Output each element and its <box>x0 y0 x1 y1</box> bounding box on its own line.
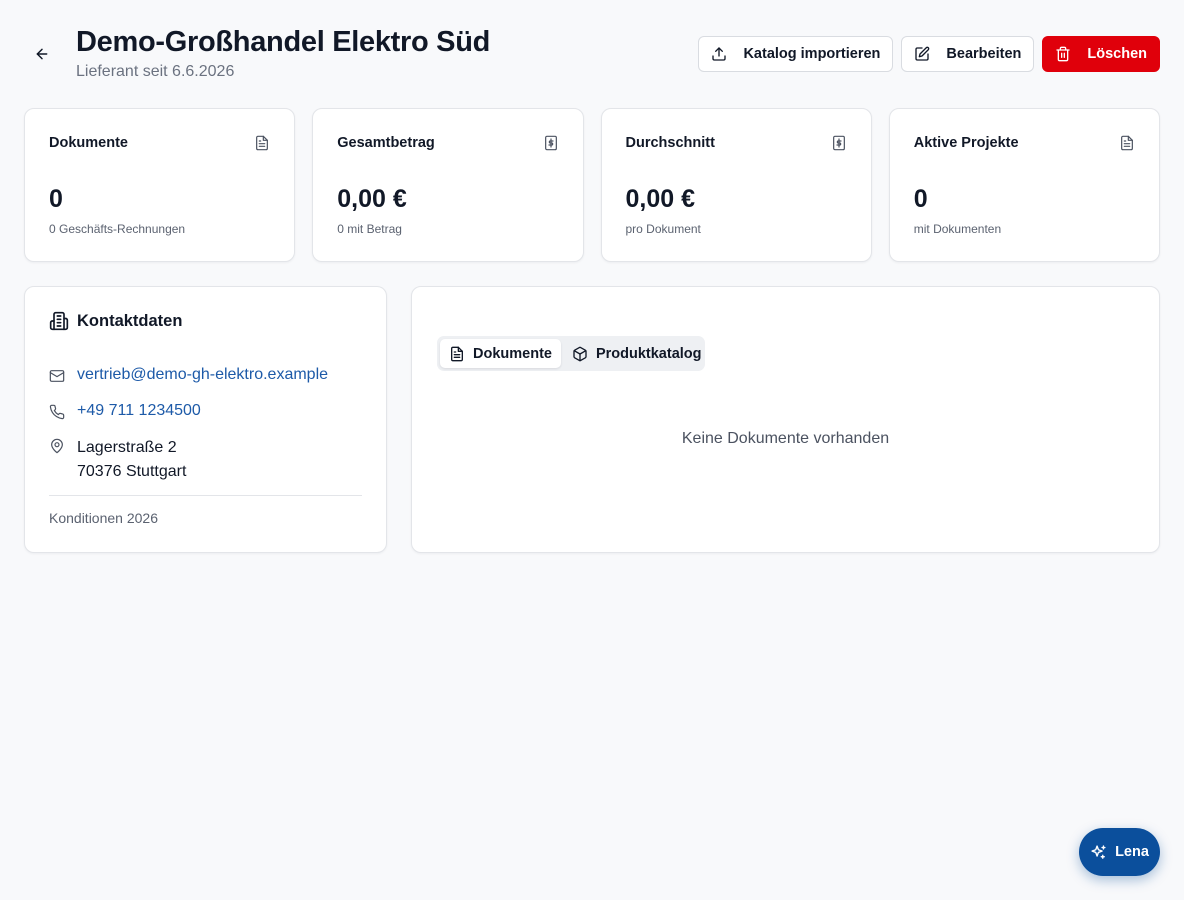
stat-label: Gesamtbetrag <box>337 135 435 151</box>
page-header: Demo-Großhandel Elektro Süd Lieferant se… <box>24 24 1160 84</box>
stat-label: Durchschnitt <box>625 135 715 151</box>
stat-card-active-projects: Aktive Projekte 0 mit Dokumenten <box>888 108 1160 262</box>
address-city: 70376 Stuttgart <box>77 463 187 480</box>
stat-value: 0 <box>49 185 63 213</box>
map-pin-icon <box>49 438 65 454</box>
tab-product-catalog[interactable]: Produktkatalog <box>563 339 711 368</box>
trash-icon <box>1055 46 1071 62</box>
file-icon <box>254 135 270 151</box>
stat-subtext: pro Dokument <box>625 222 701 236</box>
page-subtitle: Lieferant seit 6.6.2026 <box>76 63 235 80</box>
tab-list: Dokumente Produktkatalog <box>437 336 705 371</box>
stat-value: 0,00 € <box>337 185 407 213</box>
dollar-file-icon <box>831 135 847 151</box>
contact-phone-link[interactable]: +49 711 1234500 <box>77 402 201 420</box>
stat-subtext: 0 Geschäfts-Rechnungen <box>49 222 186 236</box>
tab-product-catalog-label: Produktkatalog <box>595 345 702 362</box>
mail-icon <box>49 368 65 384</box>
dollar-file-icon <box>543 135 559 151</box>
stat-subtext: mit Dokumenten <box>913 222 1002 236</box>
tab-documents[interactable]: Dokumente <box>440 339 561 368</box>
conditions-text: Konditionen 2026 <box>49 510 158 526</box>
contact-card: Kontaktdaten vertrieb@demo-gh-elektro.ex… <box>24 286 387 553</box>
edit-button[interactable]: Bearbeiten <box>901 36 1035 72</box>
contact-address-row: Lagerstraße 2 70376 Stuttgart <box>49 436 186 484</box>
stats-row: Dokumente 0 0 Geschäfts-Rechnungen Gesam… <box>24 108 1160 262</box>
stat-card-total-amount: Gesamtbetrag 0,00 € 0 mit Betrag <box>312 108 584 262</box>
back-button[interactable] <box>30 42 54 66</box>
documents-panel: Dokumente Produktkatalog Keine Dokumente… <box>411 286 1160 553</box>
contact-email-link[interactable]: vertrieb@demo-gh-elektro.example <box>77 366 328 384</box>
header-actions: Katalog importieren Bearbeiten Löschen <box>698 36 1160 72</box>
stat-card-average: Durchschnitt 0,00 € pro Dokument <box>600 108 872 262</box>
address-street: Lagerstraße 2 <box>77 439 177 456</box>
building-icon <box>49 311 69 331</box>
stat-value: 0 <box>913 185 928 213</box>
import-catalog-label: Katalog importieren <box>743 46 881 62</box>
file-icon <box>449 346 465 362</box>
divider <box>49 495 362 496</box>
import-catalog-button[interactable]: Katalog importieren <box>698 36 894 72</box>
contact-header: Kontaktdaten <box>49 311 182 331</box>
delete-label: Löschen <box>1087 46 1147 62</box>
contact-title: Kontaktdaten <box>77 311 183 330</box>
empty-state-text: Keine Dokumente vorhanden <box>681 430 890 447</box>
page-title: Demo-Großhandel Elektro Süd <box>76 26 491 58</box>
stat-label: Aktive Projekte <box>913 135 1019 151</box>
assistant-label: Lena <box>1115 844 1149 860</box>
contact-email-row: vertrieb@demo-gh-elektro.example <box>49 366 328 384</box>
contact-phone-row: +49 711 1234500 <box>49 402 201 420</box>
delete-button[interactable]: Löschen <box>1042 36 1160 72</box>
arrow-left-icon <box>34 46 50 62</box>
stat-subtext: 0 mit Betrag <box>337 222 402 236</box>
sparkles-icon <box>1090 844 1107 861</box>
contact-address: Lagerstraße 2 70376 Stuttgart <box>77 436 186 484</box>
edit-icon <box>914 46 930 62</box>
stat-label: Dokumente <box>49 135 128 151</box>
phone-icon <box>49 404 65 420</box>
stat-value: 0,00 € <box>625 185 696 213</box>
assistant-button[interactable]: Lena <box>1079 828 1160 876</box>
stat-card-documents: Dokumente 0 0 Geschäfts-Rechnungen <box>24 108 296 262</box>
edit-label: Bearbeiten <box>946 46 1022 62</box>
tab-documents-label: Dokumente <box>473 345 552 362</box>
upload-icon <box>711 46 727 62</box>
package-icon <box>572 346 588 362</box>
file-icon <box>1119 135 1135 151</box>
